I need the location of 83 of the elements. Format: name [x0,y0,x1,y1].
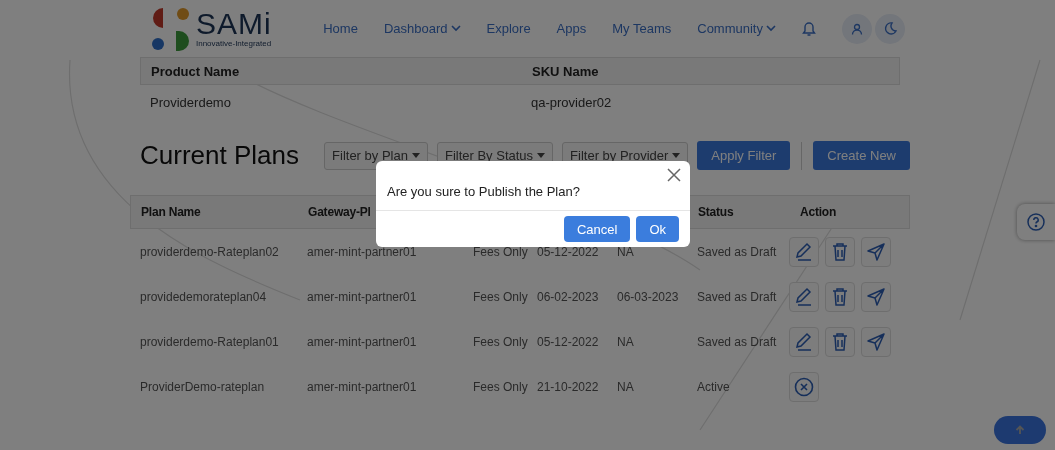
table-cell-text: NA [616,334,635,349]
publish-button[interactable] [861,281,891,312]
table-cell-text: NA [616,379,635,394]
ok-button[interactable]: Ok [636,216,679,242]
send-icon [866,286,886,307]
delete-button[interactable] [825,281,855,312]
x-circle-icon [794,376,814,397]
send-icon [866,331,886,352]
cancel-plan-button[interactable] [789,371,819,402]
create-new-button[interactable]: Create New [813,141,910,170]
pencil-icon [794,241,814,262]
caret-icon [537,153,546,158]
cancel-button[interactable]: Cancel [563,216,631,242]
user-icon [851,22,863,35]
chevron-down-icon [450,25,461,32]
table-cell-text: providedemorateplan04 [139,289,268,304]
table-cell-text: Fees Only [472,334,527,349]
table-cell-text: 05-12-2022 [536,334,600,349]
nav-link[interactable]: My Teams [612,21,672,36]
table-cell-text: Fees Only [472,289,527,304]
dialog-message: Are you sure to Publish the Plan? [387,184,580,199]
nav-link[interactable]: Apps [556,21,587,36]
chevron-down-icon [766,25,776,32]
publish-button[interactable] [861,326,891,357]
delete-button[interactable] [825,326,855,357]
table-cell-text: Providerdemo [149,94,232,110]
table-cell-text: Saved as Draft [696,334,778,349]
table-cell-text: amer-mint-partner01 [306,244,418,259]
brand-name: SAMi [196,9,272,39]
column-header: Status [697,205,735,219]
edit-button[interactable] [789,281,819,312]
table-cell-text: 06-02-2023 [536,289,600,304]
column-header: Gateway-Pl [307,205,372,219]
table-cell-text: NA [616,244,635,259]
trash-icon [831,331,849,352]
pencil-icon [794,331,814,352]
table-cell-text: amer-mint-partner01 [306,334,418,349]
pencil-icon [794,286,814,307]
nav-link[interactable]: Home [323,21,358,36]
table-cell-text: ProviderDemo-rateplan [139,379,266,394]
table-cell-text: providerdemo-Rateplan02 [139,244,280,259]
table-cell-text: 05-12-2022 [536,244,600,259]
table-cell-text: Fees Only [472,379,527,394]
trash-icon [831,286,849,307]
table-cell-text: 06-03-2023 [616,289,680,304]
publish-button[interactable] [861,236,891,267]
moon-icon [883,22,897,35]
close-button[interactable] [666,167,682,183]
user-button[interactable] [842,13,872,44]
close-icon [666,167,682,183]
nav-link[interactable]: Dashboard [383,21,461,36]
logo-icon [152,6,190,51]
delete-button[interactable] [825,236,855,267]
nav-link[interactable]: Explore [486,21,531,36]
help-icon [1027,213,1045,231]
scroll-to-top-button[interactable] [994,416,1046,444]
column-header: Plan Name [140,205,202,219]
table-cell-text: Active [696,379,731,394]
edit-button[interactable] [789,326,819,357]
column-header: Product Name [150,63,241,79]
table-cell-text: Saved as Draft [696,289,778,304]
table-cell-text: Saved as Draft [696,244,778,259]
table-cell-text: providerdemo-Rateplan01 [139,334,280,349]
column-header: Action [799,205,838,219]
table-cell-text: Fees Only [472,244,527,259]
edit-button[interactable] [789,236,819,267]
send-icon [866,241,886,262]
arrow-up-icon [1015,425,1025,435]
table-cell-text: 21-10-2022 [536,379,600,394]
table-cell-text: amer-mint-partner01 [306,379,418,394]
table-cell-text: qa-provider02 [530,94,613,110]
page-title: Current Plans [140,140,299,171]
caret-icon [411,153,420,158]
bell-icon[interactable] [802,21,816,36]
caret-icon [672,153,681,158]
column-header: SKU Name [531,63,600,79]
table-cell-text: amer-mint-partner01 [306,289,418,304]
theme-toggle-button[interactable] [875,13,905,44]
help-tab[interactable] [1017,204,1055,240]
brand-tagline: Innovative-Integrated [196,39,272,48]
nav-link[interactable]: Community [697,21,776,36]
apply-filter-button[interactable]: Apply Filter [697,141,791,170]
trash-icon [831,241,849,262]
